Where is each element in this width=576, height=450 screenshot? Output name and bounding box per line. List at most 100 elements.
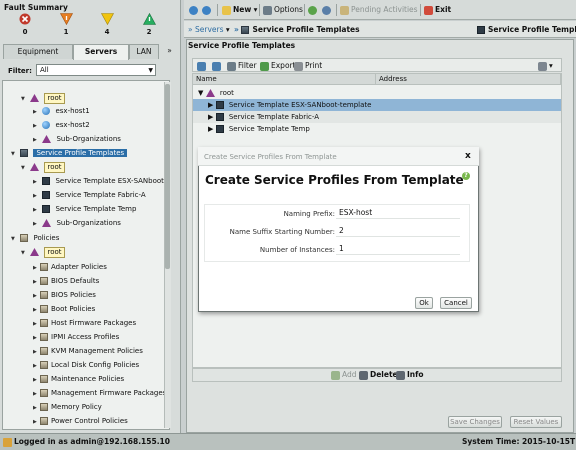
dialog-heading: Create Service Profiles From Template <box>205 173 464 187</box>
tree-item-template[interactable]: ▶ Service Template ESX-SANboot-temp <box>33 175 169 187</box>
pending-activities-button[interactable]: Pending Activities <box>340 4 418 16</box>
table-row[interactable]: ▶ Service Template Fabric-A <box>193 111 561 123</box>
tree-item-sub-organizations[interactable]: ▶ Sub-Organizations <box>33 133 121 145</box>
naming-prefix-input[interactable]: ESX-host <box>336 207 460 219</box>
tree-item-policy[interactable]: ▶ BIOS Policies <box>33 289 96 301</box>
save-changes-button[interactable]: Save Changes <box>448 416 502 428</box>
tree-item-policies[interactable]: ▼ Policies <box>11 232 59 244</box>
expand-icon: ▶ <box>33 123 37 129</box>
delete-button[interactable]: Delete <box>359 369 398 381</box>
tree-item-policy[interactable]: ▶ Host Firmware Packages <box>33 317 136 329</box>
ok-button[interactable]: Ok <box>415 297 433 309</box>
tree-item-esx-host1[interactable]: ▶ esx-host1 <box>33 105 90 117</box>
filter-value: All <box>40 66 49 74</box>
tree-label: esx-host1 <box>55 107 90 115</box>
toolbar-separator <box>217 4 218 16</box>
tree-label: BIOS Defaults <box>51 277 100 285</box>
gear-icon <box>538 61 547 71</box>
more-tabs-icon[interactable]: » <box>160 44 179 59</box>
login-text: Logged in as admin@192.168.155.10 <box>14 437 170 446</box>
navigation-tree[interactable]: ▼ root ▶ esx-host1 ▶ esx-host2 ▶ Sub-Org… <box>2 80 170 430</box>
fault-minor[interactable]: 4 <box>92 13 122 36</box>
tree-item-policies-root[interactable]: ▼ root <box>21 246 65 258</box>
expand-icon: ▶ <box>33 335 37 341</box>
tree-item-policy[interactable]: ▶ Memory Policy <box>33 401 102 413</box>
filter-button[interactable]: Filter <box>227 60 257 72</box>
tree-item-template[interactable]: ▶ Service Template Fabric-A <box>33 189 146 201</box>
grid-settings-button[interactable]: ▾ <box>538 60 553 72</box>
expand-all-button[interactable] <box>197 60 208 72</box>
new-button[interactable]: New ▾ <box>222 4 257 16</box>
tree-item-template[interactable]: ▶ Service Template Temp <box>33 203 136 215</box>
suffix-start-input[interactable]: 2 <box>336 225 460 237</box>
breadcrumb-servers[interactable]: » Servers ▾ <box>188 24 230 36</box>
tree-item-policy[interactable]: ▶ IPMI Access Profiles <box>33 331 119 343</box>
system-time: System Time: 2015-10-15T17:57 <box>462 437 576 446</box>
table-row[interactable]: ▶ Service Template Temp <box>193 123 561 135</box>
breadcrumb-context: Service Profile Templates <box>477 24 576 36</box>
table-row[interactable]: ▶ Service Template ESX-SANboot-template <box>193 99 561 111</box>
tree-scrollbar-thumb[interactable] <box>165 84 170 269</box>
options-button[interactable]: Options <box>263 4 303 16</box>
print-button[interactable]: Print <box>294 60 322 72</box>
filter-select[interactable]: All ▼ <box>36 64 156 76</box>
add-label: Add <box>342 370 357 379</box>
tree-item-policy[interactable]: ▶ Maintenance Policies <box>33 373 124 385</box>
close-icon[interactable]: x <box>465 151 471 161</box>
instances-input[interactable]: 1 <box>336 243 460 255</box>
back-arrow-icon <box>189 5 198 15</box>
tree-item-policy[interactable]: ▶ Management Firmware Packages <box>33 387 166 399</box>
column-header-name[interactable]: Name <box>193 74 376 85</box>
exit-label: Exit <box>435 5 452 14</box>
instances-label: Number of Instances: <box>259 246 335 254</box>
tab-lan[interactable]: LAN <box>129 44 159 59</box>
column-header-address[interactable]: Address <box>376 74 561 85</box>
fault-major[interactable]: 1 <box>51 13 81 36</box>
org-icon <box>42 135 52 143</box>
tree-label: Boot Policies <box>51 305 96 313</box>
tree-label: Local Disk Config Policies <box>51 361 140 369</box>
tree-item-root[interactable]: ▼ root <box>21 92 65 104</box>
tree-item-policy[interactable]: ▶ BIOS Defaults <box>33 275 99 287</box>
tree-label: Memory Policy <box>51 403 102 411</box>
export-button[interactable]: Export <box>260 60 296 72</box>
reset-values-button[interactable]: Reset Values <box>510 416 562 428</box>
exit-button[interactable]: Exit <box>424 4 451 16</box>
print-icon <box>294 61 303 71</box>
minor-icon <box>100 13 114 26</box>
info-button[interactable] <box>322 4 333 16</box>
tree-item-spt-root[interactable]: ▼ root <box>21 161 65 173</box>
help-icon[interactable]: ? <box>462 172 470 180</box>
table-row[interactable]: ▼ root <box>193 87 561 99</box>
nav-tab-bar: Equipment Servers LAN » <box>3 44 179 60</box>
back-button[interactable] <box>189 4 200 16</box>
tab-servers[interactable]: Servers <box>73 44 129 60</box>
tree-label: Management Firmware Packages <box>51 389 167 397</box>
expand-icon: ▶ <box>208 113 214 121</box>
tab-equipment[interactable]: Equipment <box>3 44 73 59</box>
fault-warning[interactable]: 2 <box>134 12 164 36</box>
tree-item-policy[interactable]: ▶ Boot Policies <box>33 303 95 315</box>
breadcrumb-current[interactable]: » Service Profile Templates <box>234 24 360 36</box>
suffix-start-label: Name Suffix Starting Number: <box>229 228 335 236</box>
template-icon <box>42 177 51 185</box>
collapse-all-button[interactable] <box>212 60 223 72</box>
org-icon <box>42 219 52 227</box>
info-row-button[interactable]: Info <box>396 369 424 381</box>
tree-item-esx-host2[interactable]: ▶ esx-host2 <box>33 119 90 131</box>
help-button[interactable] <box>308 4 319 16</box>
tree-item-sub-organizations[interactable]: ▶ Sub-Organizations <box>33 217 121 229</box>
cancel-button[interactable]: Cancel <box>440 297 472 309</box>
add-button[interactable]: Add <box>331 369 357 381</box>
forward-button[interactable] <box>202 4 213 16</box>
tree-item-policy[interactable]: ▶ Power Control Policies <box>33 415 128 427</box>
fault-critical[interactable]: 0 <box>10 13 40 36</box>
tree-item-policy[interactable]: ▶ Adapter Policies <box>33 261 107 273</box>
tree-item-policy[interactable]: ▶ KVM Management Policies <box>33 345 143 357</box>
expand-icon: ▶ <box>33 265 37 271</box>
tree-item-service-profile-templates[interactable]: ▼ Service Profile Templates <box>11 147 128 159</box>
policy-icon <box>40 319 48 327</box>
expand-icon: ▶ <box>33 109 37 115</box>
tree-item-policy[interactable]: ▶ Local Disk Config Policies <box>33 359 139 371</box>
filter-label: Filter: <box>8 67 32 75</box>
